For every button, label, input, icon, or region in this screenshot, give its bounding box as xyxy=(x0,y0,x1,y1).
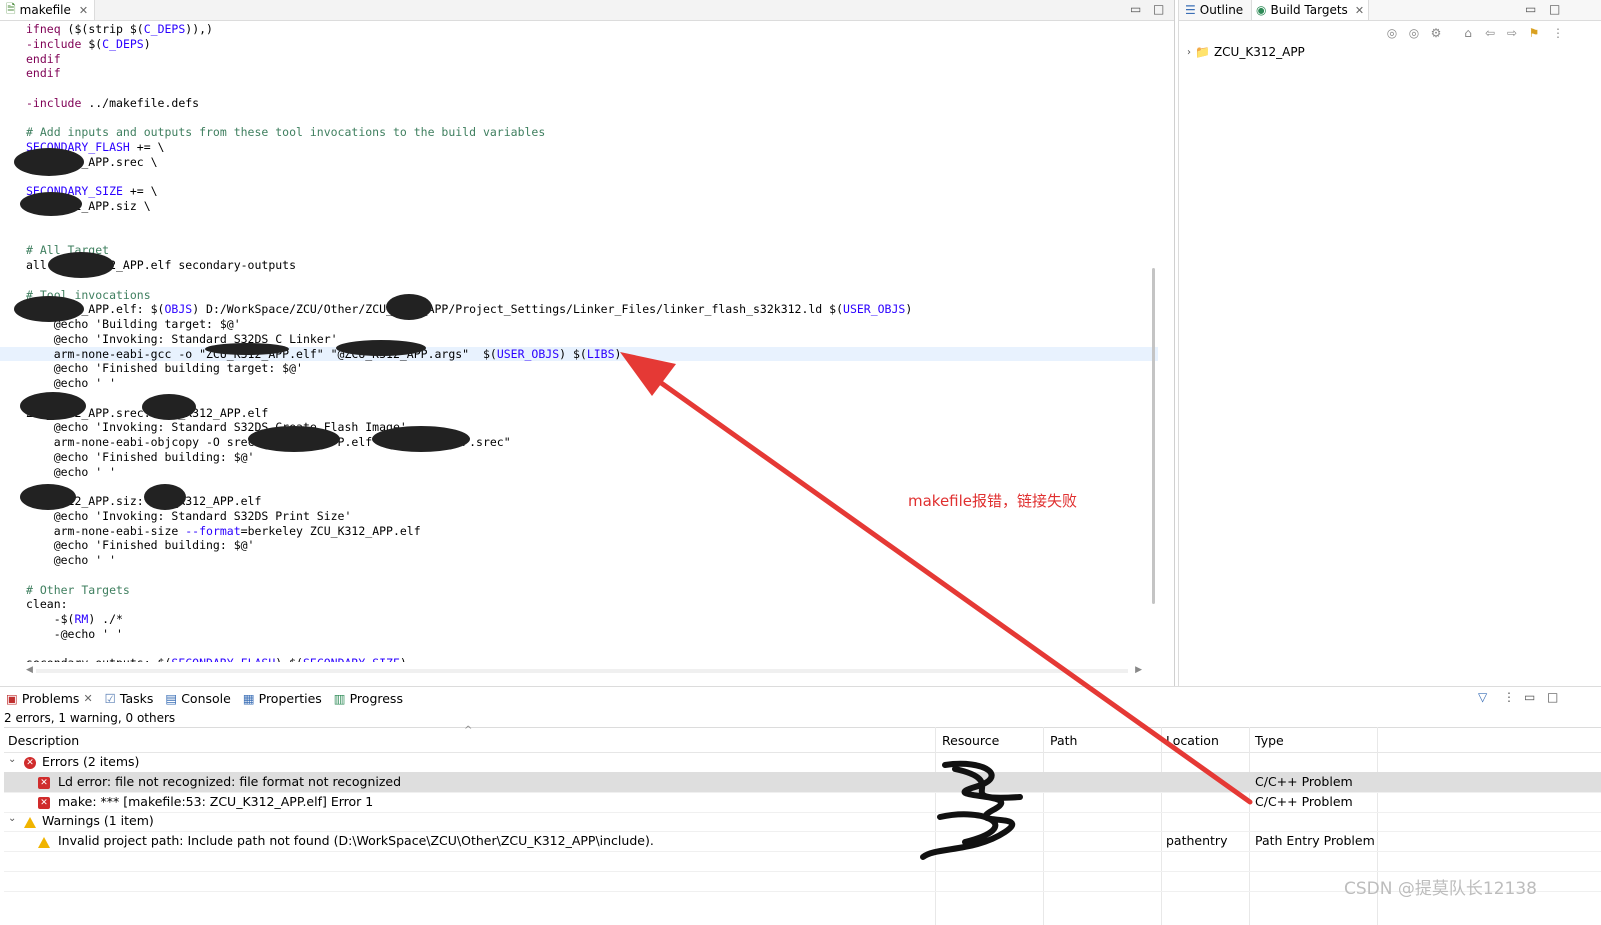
watermark: CSDN @提莫队长12138 xyxy=(1344,879,1537,899)
annotation-text: makefile报错，链接失败 xyxy=(908,492,1078,510)
annotation-arrow xyxy=(620,352,1253,805)
